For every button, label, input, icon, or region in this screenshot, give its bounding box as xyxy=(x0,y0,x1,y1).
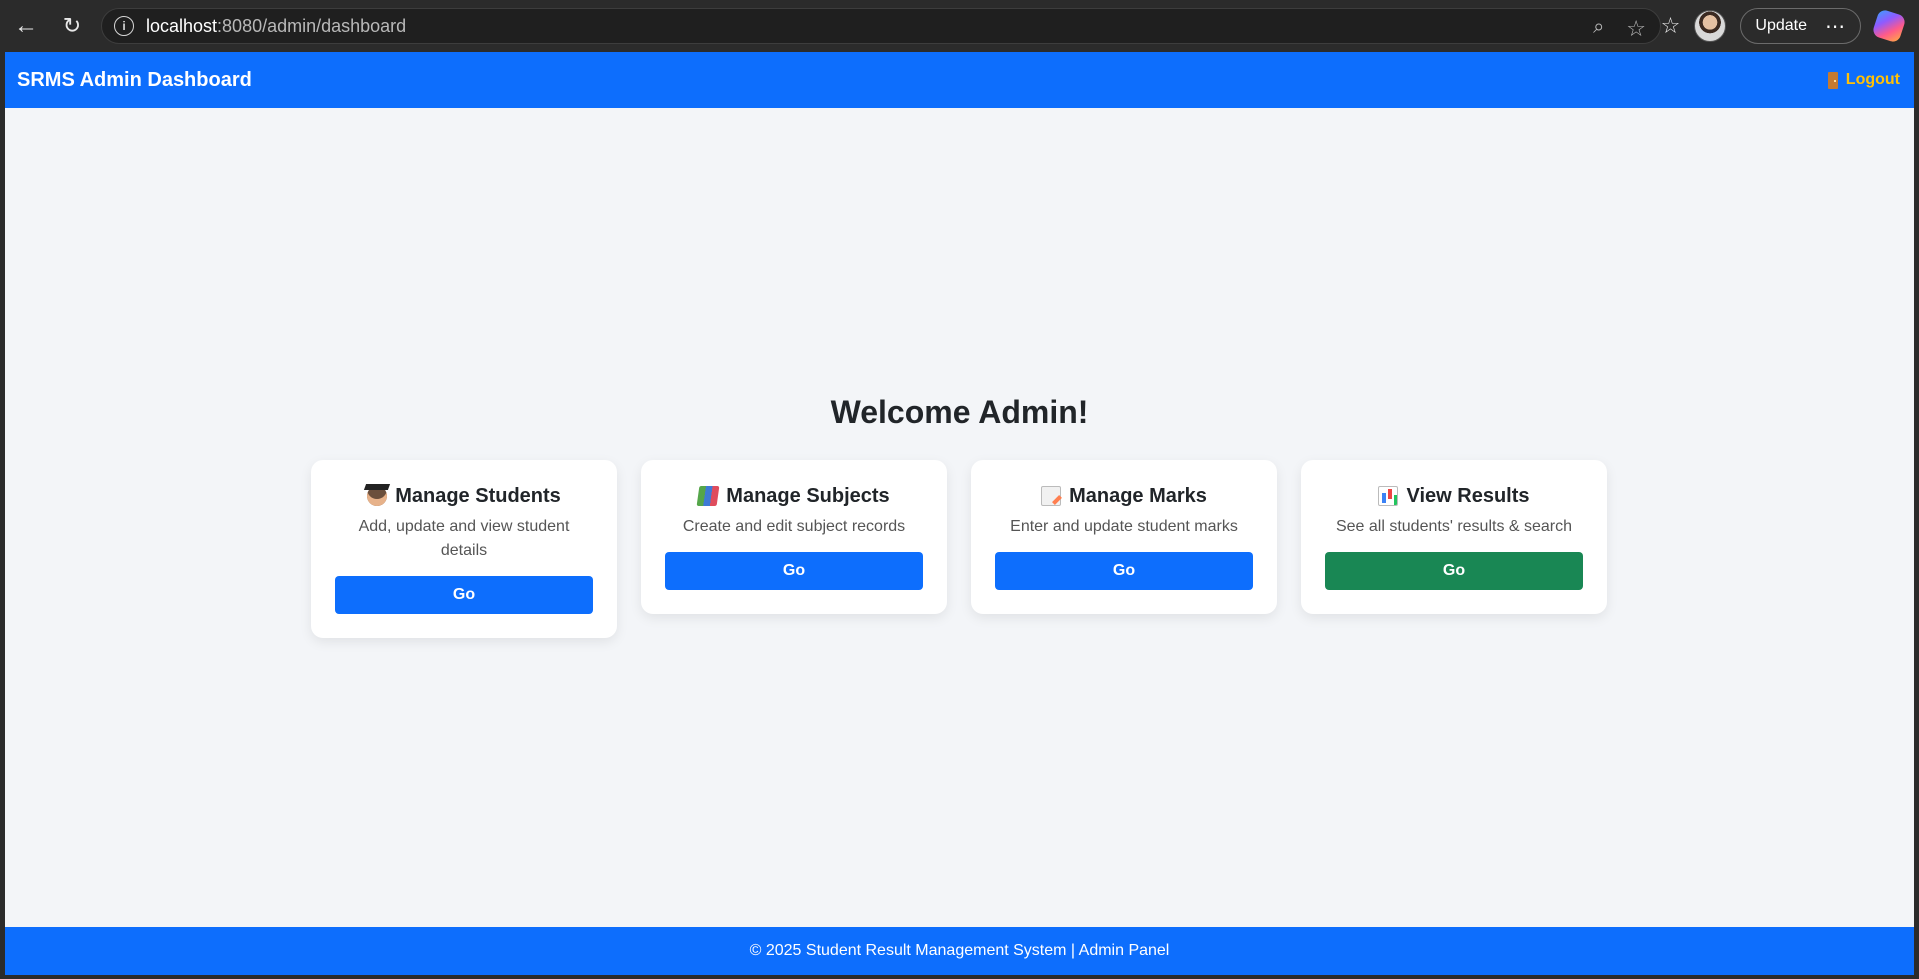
more-options-icon[interactable]: ⋯ xyxy=(1825,14,1846,39)
profile-avatar[interactable] xyxy=(1694,10,1727,42)
copilot-icon[interactable] xyxy=(1871,8,1907,44)
view-results-card: View Results See all students' results &… xyxy=(1301,460,1607,614)
browser-right-tools: ☆ Update ⋯ xyxy=(1661,8,1907,44)
url-host: localhost xyxy=(146,15,218,36)
manage-marks-description: Enter and update student marks xyxy=(1010,518,1238,535)
manage-subjects-go-button[interactable]: Go xyxy=(665,552,923,590)
manage-subjects-card: Manage Subjects Create and edit subject … xyxy=(641,460,947,614)
browser-update-button[interactable]: Update ⋯ xyxy=(1740,8,1861,44)
update-label: Update xyxy=(1755,17,1807,34)
admin-header: SRMS Admin Dashboard Logout xyxy=(5,52,1914,108)
memo-icon xyxy=(1041,486,1062,506)
address-bar[interactable]: i localhost:8080/admin/dashboard ⌕ ☆ xyxy=(101,8,1661,44)
browser-toolbar: ← ↻ i localhost:8080/admin/dashboard ⌕ ☆… xyxy=(0,0,1919,52)
footer-text: © 2025 Student Result Management System … xyxy=(749,942,1170,959)
manage-marks-title: Manage Marks xyxy=(1069,484,1207,507)
url-path: :8080/admin/dashboard xyxy=(217,15,407,36)
view-results-description: See all students' results & search xyxy=(1335,518,1573,535)
dashboard-title: SRMS Admin Dashboard xyxy=(17,68,252,91)
student-icon xyxy=(367,486,388,506)
manage-students-description: Add, update and view student details xyxy=(358,518,570,559)
manage-students-go-button[interactable]: Go xyxy=(335,576,593,614)
favorite-star-icon[interactable]: ☆ xyxy=(1626,16,1646,42)
manage-marks-go-button[interactable]: Go xyxy=(995,552,1253,590)
card-title: Manage Subjects xyxy=(665,482,923,510)
manage-marks-card: Manage Marks Enter and update student ma… xyxy=(971,460,1277,614)
card-title: Manage Students xyxy=(335,482,593,510)
site-info-icon[interactable]: i xyxy=(114,16,134,36)
manage-students-card: Manage Students Add, update and view stu… xyxy=(311,460,617,638)
books-icon xyxy=(696,486,720,506)
manage-students-title: Manage Students xyxy=(395,484,561,507)
refresh-button[interactable]: ↻ xyxy=(54,8,90,44)
manage-subjects-title: Manage Subjects xyxy=(726,484,890,507)
welcome-heading: Welcome Admin! xyxy=(830,394,1089,430)
logout-label: Logout xyxy=(1845,71,1900,88)
back-arrow-icon: ← xyxy=(14,12,38,39)
favorites-list-icon[interactable]: ☆ xyxy=(1661,13,1681,39)
view-results-title: View Results xyxy=(1406,484,1530,507)
card-title: Manage Marks xyxy=(995,482,1253,510)
card-title: View Results xyxy=(1325,482,1583,510)
admin-footer: © 2025 Student Result Management System … xyxy=(5,927,1914,975)
back-button[interactable]: ← xyxy=(8,8,44,44)
address-tools: ⌕ ☆ xyxy=(1593,16,1646,42)
door-icon xyxy=(1827,71,1838,89)
zoom-icon[interactable]: ⌕ xyxy=(1593,16,1604,42)
bar-chart-icon xyxy=(1378,486,1399,506)
logout-link[interactable]: Logout xyxy=(1827,71,1900,89)
view-results-go-button[interactable]: Go xyxy=(1325,552,1583,590)
manage-subjects-description: Create and edit subject records xyxy=(682,518,906,535)
app-viewport: SRMS Admin Dashboard Logout Welcome Admi… xyxy=(5,52,1914,975)
refresh-icon: ↻ xyxy=(62,13,82,38)
